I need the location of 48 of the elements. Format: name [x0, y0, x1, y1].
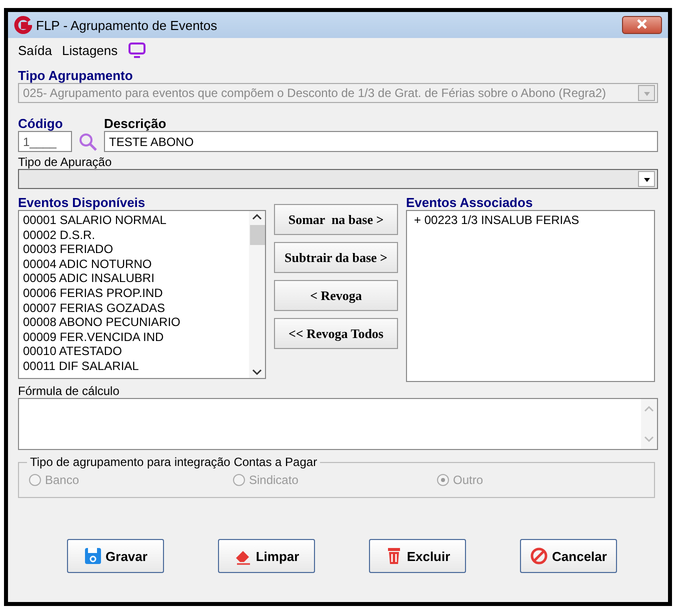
list-item[interactable]: 00009 FER.VENCIDA IND — [23, 330, 245, 344]
group-title: Tipo de agrupamento para integração Contas a Pagar — [27, 455, 320, 469]
radio-label: Outro — [453, 473, 484, 487]
list-title: Eventos Disponíveis — [18, 195, 146, 210]
delete-button[interactable]: Excluir — [369, 539, 466, 573]
field-label: Tipo de Apuração — [18, 155, 113, 169]
field-label: Fórmula de cálculo — [18, 384, 120, 398]
calculation-type-dropdown[interactable] — [18, 169, 658, 189]
list-item[interactable]: 00010 ATESTADO — [23, 344, 245, 359]
scrollbar[interactable] — [249, 211, 265, 378]
transfer-button[interactable]: Subtrair da base > — [274, 242, 398, 273]
close-button[interactable] — [622, 16, 662, 34]
list-item[interactable]: 00011 DIF SALARIAL — [23, 358, 245, 374]
field-label: Código — [18, 116, 64, 131]
scroll-thumb[interactable] — [250, 225, 264, 245]
list-item[interactable]: + 00223 1/3 INSALUB FERIAS — [414, 213, 650, 228]
monitor-icon — [128, 42, 146, 58]
menu-item[interactable]: Listagens — [62, 42, 118, 58]
menu-item[interactable]: Saída — [18, 42, 52, 58]
description-field[interactable]: TESTE ABONO — [104, 131, 658, 152]
field-label: Tipo Agrupamento — [18, 68, 134, 83]
associated-events-list[interactable]: + 00223 1/3 INSALUB FERIAS — [406, 210, 655, 382]
prohibited-icon — [530, 547, 548, 565]
transfer-button[interactable]: Somar na base > — [274, 204, 398, 235]
transfer-button[interactable]: < Revoga — [274, 280, 398, 311]
list-title: Eventos Associados — [406, 195, 534, 210]
close-icon[interactable] — [637, 19, 647, 29]
radio-label: Sindicato — [249, 473, 298, 487]
list-item[interactable]: 00008 ABONO PECUNIARIO — [23, 315, 245, 330]
transfer-button[interactable]: << Revoga Todos — [274, 318, 398, 349]
field-label: Descrição — [104, 116, 168, 131]
cancel-button[interactable]: Cancelar — [520, 539, 617, 573]
available-events-list[interactable] — [18, 210, 266, 379]
search-icon[interactable] — [78, 132, 98, 152]
list-item[interactable]: 00007 FERIAS GOZADAS — [23, 300, 245, 316]
list-item[interactable]: 00003 FERIADO — [23, 242, 245, 257]
code-field[interactable]: 1____ — [18, 131, 72, 152]
list-item[interactable]: 00006 FERIAS PROP.IND — [23, 286, 245, 301]
list-item[interactable]: 00002 D.S.R. — [23, 228, 245, 242]
radio-label: Banco — [45, 473, 80, 487]
window-title: FLP - Agrupamento de Eventos — [36, 18, 218, 32]
list-item[interactable]: 00004 ADIC NOTURNO — [23, 256, 245, 272]
list-item[interactable]: 00001 SALARIO NORMAL — [23, 213, 245, 228]
logo-icon — [14, 16, 32, 34]
formula-field[interactable] — [18, 398, 658, 450]
clear-button[interactable]: Limpar — [218, 539, 315, 573]
save-button[interactable]: Gravar — [67, 539, 164, 573]
list-item[interactable]: 00005 ADIC INSALUBRI — [23, 271, 245, 286]
